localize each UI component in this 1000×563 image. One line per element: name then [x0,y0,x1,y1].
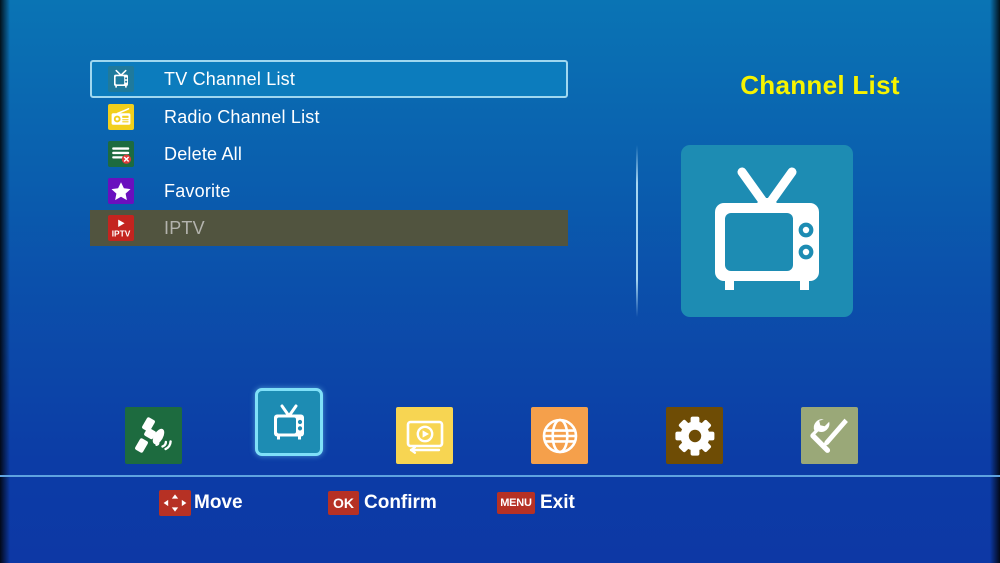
menu-item-radio-channel-list[interactable]: Radio Channel List [90,99,568,135]
toolbar-item-tools[interactable] [801,407,858,464]
page-title: Channel List [740,70,900,100]
toolbar-item-channel-list[interactable] [255,388,323,456]
menu-item-tv-channel-list[interactable]: TV Channel List [90,60,568,98]
gear-icon [672,413,718,459]
menu-item-label: Radio Channel List [164,106,320,127]
left-vignette [0,0,10,563]
media-play-icon [402,413,448,459]
hint-label: Exit [540,492,575,513]
hint-exit: MENU Exit [497,489,575,517]
toolbar-item-installation[interactable] [125,407,182,464]
menu-item-iptv[interactable]: IPTV IPTV [90,210,568,246]
ok-key-badge: OK [328,491,359,515]
channel-list-preview-tile [681,145,853,317]
menu-item-delete-all[interactable]: Delete All [90,136,568,172]
main-toolbar [0,388,1000,470]
hint-confirm: OK Confirm [328,489,437,517]
menu-item-label: TV Channel List [164,68,296,89]
dpad-icon [159,490,191,516]
toolbar-item-network[interactable] [531,407,588,464]
toolbar-separator [0,475,1000,477]
iptv-icon: IPTV [108,215,134,241]
menu-item-label: Favorite [164,180,231,201]
tv-icon [266,399,312,445]
delete-list-icon [108,141,134,167]
menu-item-label: IPTV [164,217,205,238]
menu-key-badge: MENU [497,492,535,514]
tools-icon [807,413,853,459]
panel-divider [636,145,638,317]
menu-item-label: Delete All [164,143,243,164]
hint-label: Confirm [364,492,437,513]
globe-icon [537,413,583,459]
key-hint-bar: Move OK Confirm MENU Exit [0,489,1000,523]
star-icon [108,178,134,204]
satellite-icon [131,413,177,459]
svg-text:IPTV: IPTV [112,228,131,238]
tv-icon [681,145,853,317]
right-vignette [990,0,1000,563]
hint-label: Move [194,492,243,513]
menu-item-favorite[interactable]: Favorite [90,173,568,209]
channel-list-menu: TV Channel List Radio Channel List Delet… [90,60,568,247]
toolbar-item-media-player[interactable] [396,407,453,464]
tv-icon [108,66,134,92]
tv-settings-screen: TV Channel List Radio Channel List Delet… [0,0,1000,563]
radio-icon [108,104,134,130]
toolbar-item-settings[interactable] [666,407,723,464]
hint-move: Move [159,489,243,517]
